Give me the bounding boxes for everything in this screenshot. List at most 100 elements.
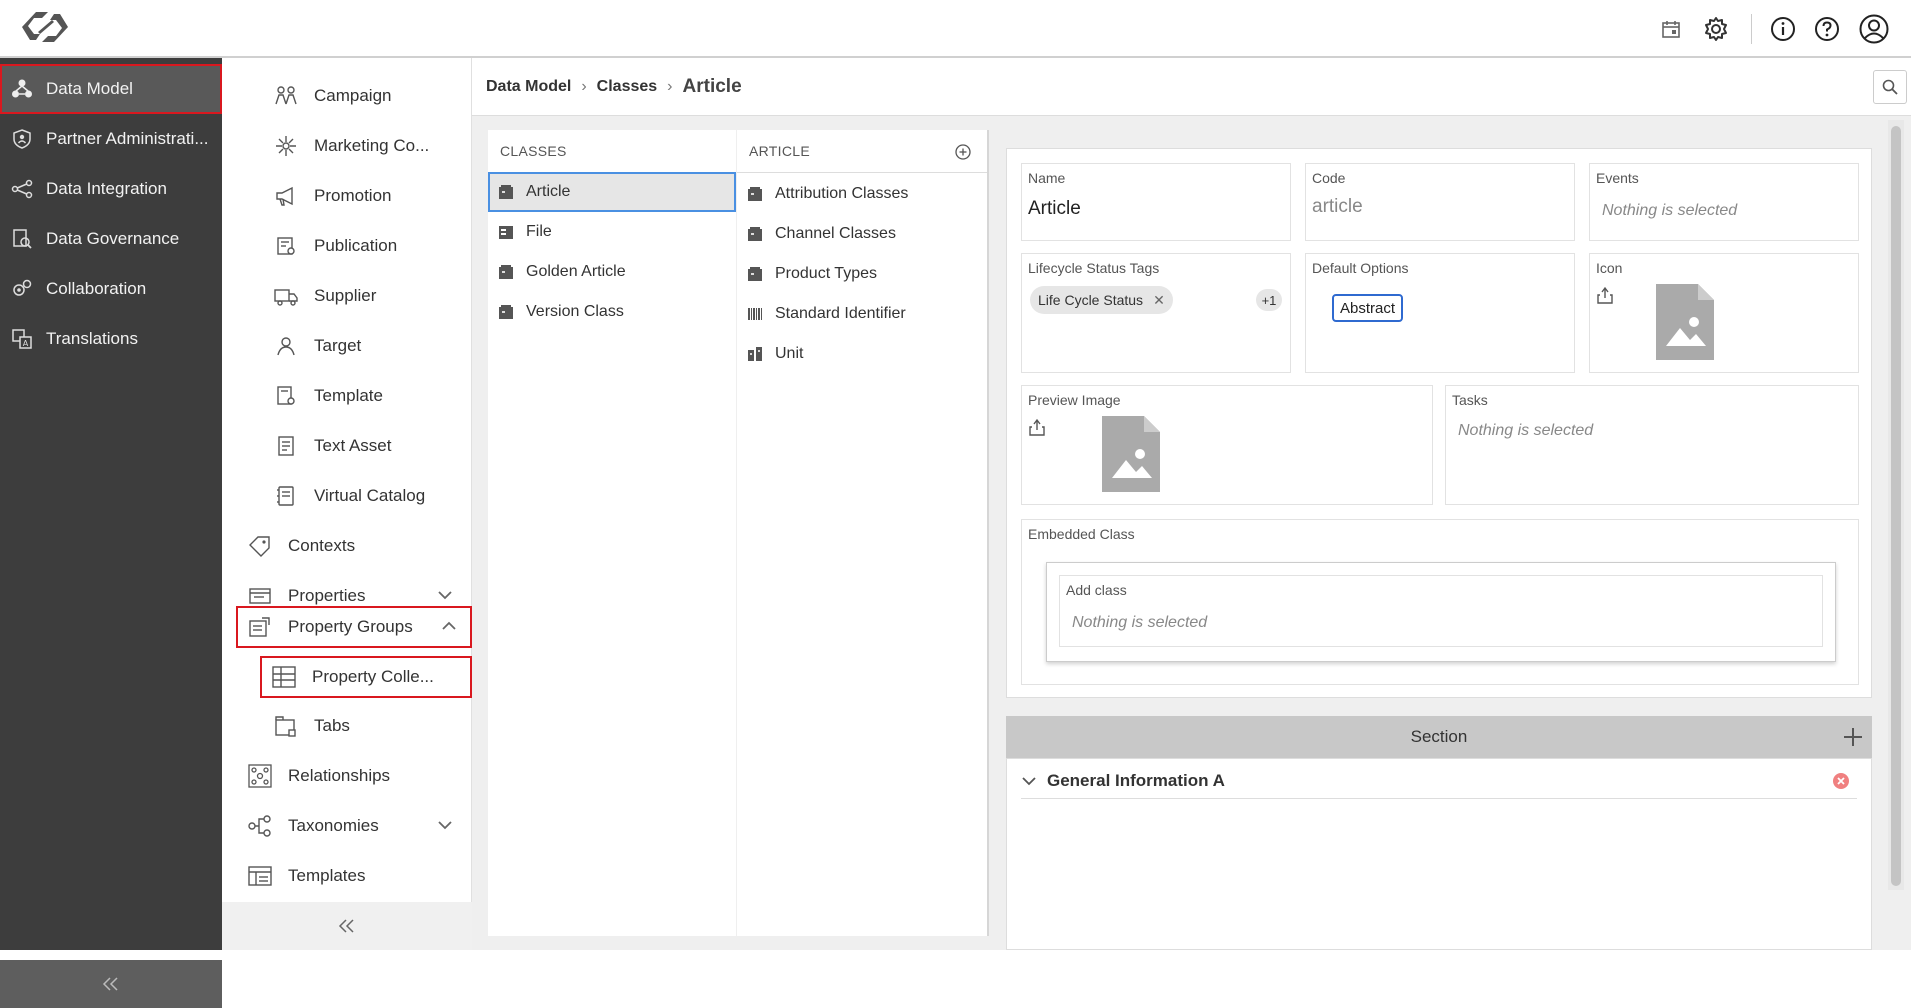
divider	[1751, 14, 1752, 44]
image-placeholder-icon	[1656, 284, 1714, 360]
lifecycle-status-chip[interactable]: Life Cycle Status ✕	[1030, 286, 1173, 314]
nav-item-data-integration[interactable]: Data Integration	[0, 164, 222, 214]
class-icon	[748, 187, 762, 201]
subnav-item-publication[interactable]: Publication	[272, 224, 397, 268]
subnav-item-supplier[interactable]: Supplier	[272, 274, 376, 318]
truck-icon	[272, 282, 300, 310]
collapse-main-nav-button[interactable]	[0, 960, 222, 1008]
info-icon[interactable]	[1767, 13, 1799, 45]
class-item-article[interactable]: Article	[488, 172, 736, 212]
more-count-badge[interactable]: +1	[1256, 289, 1282, 311]
subnav-item-label: Properties	[288, 586, 366, 605]
upload-icon[interactable]	[1596, 286, 1614, 304]
article-item-label: Channel Classes	[775, 225, 896, 242]
upload-icon[interactable]	[1028, 418, 1046, 436]
relationships-icon	[246, 762, 274, 790]
logo-icon[interactable]	[22, 8, 68, 46]
nav-item-label: Partner Administrati...	[46, 129, 209, 148]
subnav-item-text-asset[interactable]: Text Asset	[272, 424, 391, 468]
name-field[interactable]: Name Article	[1021, 163, 1291, 241]
events-field[interactable]: Events Nothing is selected	[1589, 163, 1859, 241]
divider	[737, 172, 987, 173]
subnav-item-tabs[interactable]: Tabs	[272, 704, 350, 748]
chevron-down-icon[interactable]	[1021, 773, 1037, 789]
subnav-item-templates[interactable]: Templates	[246, 854, 365, 898]
class-item-version-class[interactable]: Version Class	[488, 292, 736, 332]
calendar-icon[interactable]	[1655, 13, 1687, 45]
close-icon[interactable]: ✕	[1153, 292, 1165, 309]
templates-icon	[246, 862, 274, 890]
chevron-down-icon[interactable]	[436, 816, 454, 834]
target-icon	[272, 332, 300, 360]
translations-icon: A	[11, 328, 33, 350]
catalog-icon	[272, 482, 300, 510]
events-placeholder: Nothing is selected	[1602, 202, 1738, 219]
subnav-item-template[interactable]: Template	[272, 374, 383, 418]
subnav-item-virtual-catalog[interactable]: Virtual Catalog	[272, 474, 425, 518]
help-icon[interactable]	[1811, 13, 1843, 45]
subnav-item-label: Relationships	[288, 766, 391, 785]
field-label: Tasks	[1452, 392, 1488, 408]
article-item-attribution-classes[interactable]: Attribution Classes	[737, 174, 987, 214]
breadcrumb-item[interactable]: Classes	[597, 78, 658, 96]
abstract-option-tag[interactable]: Abstract	[1332, 294, 1404, 322]
field-label: Default Options	[1312, 260, 1409, 276]
campaign-icon	[272, 82, 300, 110]
field-label: Code	[1312, 170, 1346, 186]
nav-item-translations[interactable]: A Translations	[0, 314, 222, 364]
chevron-up-icon[interactable]	[440, 617, 458, 635]
subnav-item-promotion[interactable]: Promotion	[272, 174, 391, 218]
double-chevron-left-icon	[338, 919, 356, 933]
tasks-placeholder: Nothing is selected	[1458, 422, 1594, 439]
gear-icon[interactable]	[1700, 13, 1732, 45]
subnav-item-label: Property Groups	[288, 617, 413, 636]
search-button[interactable]	[1873, 70, 1907, 104]
subnav-item-property-collections[interactable]: Property Colle...	[260, 656, 472, 698]
field-label: Name	[1028, 170, 1066, 186]
article-item-standard-identifier[interactable]: Standard Identifier	[737, 294, 987, 334]
class-item-golden-article[interactable]: Golden Article	[488, 252, 736, 292]
lifecycle-status-tags-field[interactable]: Lifecycle Status Tags Life Cycle Status …	[1021, 253, 1291, 373]
class-item-label: Golden Article	[526, 263, 626, 280]
nav-item-data-governance[interactable]: Data Governance	[0, 214, 222, 264]
default-options-field[interactable]: Default Options Abstract	[1305, 253, 1575, 373]
article-item-unit[interactable]: Unit	[737, 334, 987, 374]
subnav-item-relationships[interactable]: Relationships	[246, 754, 390, 798]
section-group-row[interactable]: General Information A	[1021, 763, 1857, 799]
article-item-channel-classes[interactable]: Channel Classes	[737, 214, 987, 254]
vertical-scrollbar[interactable]	[1888, 120, 1904, 890]
chevron-down-icon[interactable]	[436, 586, 454, 604]
subnav-item-property-groups[interactable]: Property Groups	[236, 606, 472, 648]
subnav-item-contexts[interactable]: Contexts	[246, 524, 355, 568]
subnav-item-label: Virtual Catalog	[314, 486, 426, 505]
scrollbar-thumb[interactable]	[1891, 126, 1901, 886]
preview-image-field[interactable]: Preview Image	[1021, 385, 1433, 505]
add-circle-icon[interactable]	[955, 144, 971, 160]
user-icon[interactable]	[1858, 13, 1890, 45]
nav-item-partner-administration[interactable]: Partner Administrati...	[0, 114, 222, 164]
remove-icon[interactable]	[1833, 773, 1849, 789]
nav-item-data-model[interactable]: Data Model	[0, 64, 222, 114]
governance-icon	[11, 228, 33, 250]
nav-item-collaboration[interactable]: Collaboration	[0, 264, 222, 314]
collaboration-icon	[11, 278, 33, 300]
collapse-sub-nav-button[interactable]	[222, 902, 472, 950]
nav-item-label: Translations	[46, 329, 138, 348]
class-item-file[interactable]: File	[488, 212, 736, 252]
subnav-item-campaign[interactable]: Campaign	[272, 74, 392, 118]
subnav-item-taxonomies[interactable]: Taxonomies	[246, 804, 468, 848]
icon-field[interactable]: Icon	[1589, 253, 1859, 373]
plus-icon[interactable]	[1842, 726, 1864, 748]
breadcrumb-item[interactable]: Data Model	[486, 78, 571, 96]
subnav-item-label: Taxonomies	[288, 816, 379, 835]
subnav-item-target[interactable]: Target	[272, 324, 361, 368]
article-header: ARTICLE	[749, 143, 810, 159]
details-panel: Name Article Code article Events Nothing…	[1006, 148, 1872, 698]
subnav-item-marketing-content[interactable]: Marketing Co...	[272, 124, 429, 168]
classes-header: CLASSES	[500, 143, 567, 159]
tasks-field[interactable]: Tasks Nothing is selected	[1445, 385, 1859, 505]
article-item-product-types[interactable]: Product Types	[737, 254, 987, 294]
code-field[interactable]: Code article	[1305, 163, 1575, 241]
add-class-field[interactable]: Add class Nothing is selected	[1059, 575, 1823, 647]
template-gear-icon	[272, 382, 300, 410]
